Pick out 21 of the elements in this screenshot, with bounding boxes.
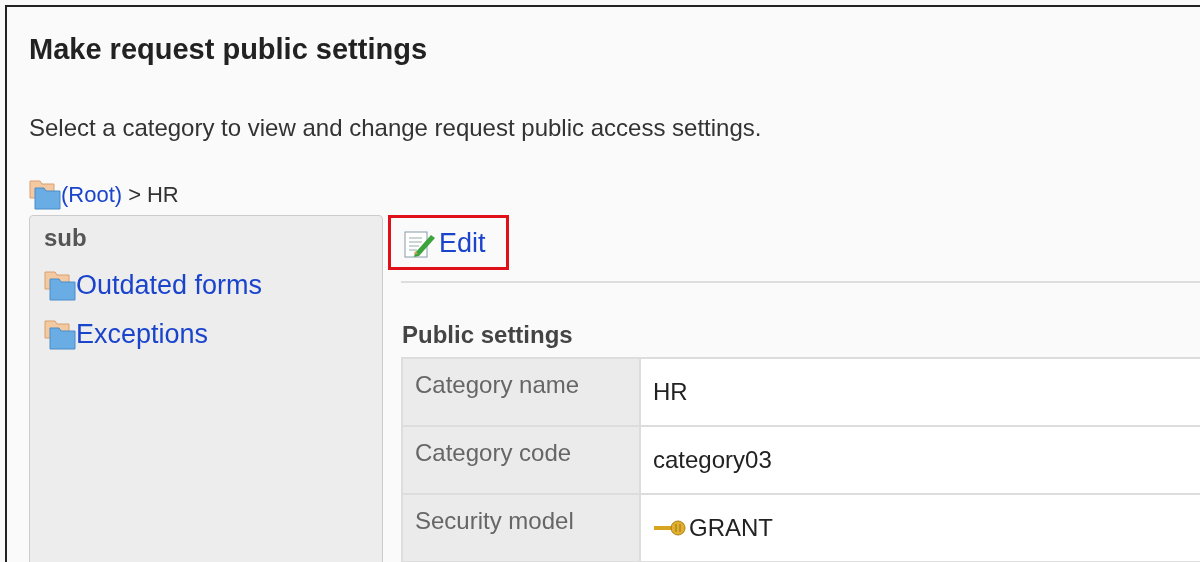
- folder-icon: [44, 320, 76, 350]
- edit-link[interactable]: Edit: [388, 215, 509, 270]
- breadcrumb-link[interactable]: (Root): [61, 182, 123, 208]
- folder-icon: [44, 271, 76, 301]
- table-label-cell: Category code: [402, 426, 640, 494]
- section-title: Public settings: [402, 321, 574, 349]
- table-label-cell: Security model: [402, 494, 640, 562]
- description-text: Select a category to view and change request public access settings.: [29, 113, 763, 143]
- page-title: Make request public settings: [29, 32, 429, 67]
- table-value-cell: category03: [653, 446, 772, 474]
- category-link[interactable]: Exceptions: [76, 319, 209, 350]
- sidebar-heading: sub: [44, 224, 88, 252]
- breadcrumb-separator: >: [128, 182, 141, 208]
- folder-icon: [29, 180, 61, 210]
- breadcrumb-current: HR: [147, 182, 179, 208]
- table-value-cell: HR: [653, 378, 688, 406]
- table-value-cell: GRANT: [689, 513, 773, 542]
- edit-icon: [403, 228, 437, 259]
- table-label-cell: Category name: [402, 358, 640, 426]
- category-link[interactable]: Outdated forms: [76, 270, 263, 301]
- key-icon: [653, 518, 687, 537]
